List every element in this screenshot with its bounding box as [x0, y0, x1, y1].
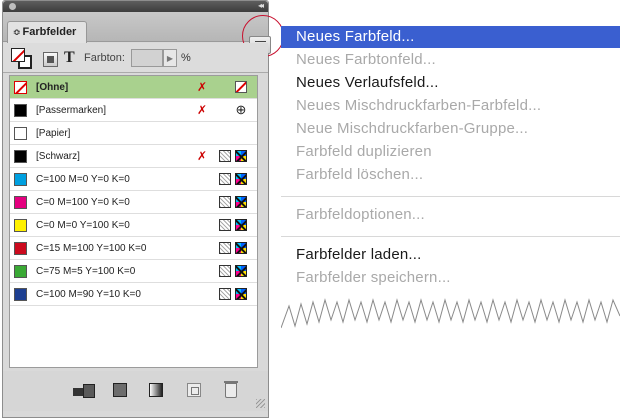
pencil-icon: ✗ [196, 103, 208, 117]
process-color-icon [219, 288, 231, 300]
panel-flyout-menu: Neues Farbfeld... Neues Farbtonfeld... N… [281, 26, 620, 418]
swatch-row-schwarz[interactable]: [Schwarz] ✗ [10, 145, 257, 168]
process-color-icon [219, 196, 231, 208]
swatch-label: [Papier] [36, 128, 71, 139]
formatting-text-icon[interactable]: T [64, 49, 75, 67]
process-color-icon [219, 219, 231, 231]
swatch-row-ohne[interactable]: [Ohne] ✗ [10, 76, 257, 99]
swatch-chip [14, 173, 27, 186]
process-color-icon [219, 173, 231, 185]
menu-item-swatch-options[interactable]: Farbfeldoptionen... [281, 204, 620, 226]
tab-arrows-icon: ≎ [13, 27, 21, 37]
menu-item-new-mixed-ink-group[interactable]: Neue Mischdruckfarben-Gruppe... [281, 118, 620, 140]
trash-icon[interactable] [224, 381, 238, 398]
swatch-chip [14, 219, 27, 232]
swatch-chip-none [14, 81, 27, 94]
resize-grip-icon[interactable] [256, 399, 265, 408]
menu-item-new-swatch[interactable]: Neues Farbfeld... [281, 26, 620, 48]
none-swatch-icon [235, 81, 247, 93]
cmyk-icon [235, 196, 247, 208]
process-color-icon [219, 242, 231, 254]
swatch-row-green[interactable]: C=75 M=5 Y=100 K=0 [10, 260, 257, 283]
swatch-chip [14, 150, 27, 163]
cmyk-icon [235, 242, 247, 254]
swatch-row-red[interactable]: C=15 M=100 Y=100 K=0 [10, 237, 257, 260]
swatch-label: [Ohne] [36, 82, 69, 93]
cmyk-icon [235, 288, 247, 300]
cmyk-icon [235, 219, 247, 231]
menu-separator [281, 236, 620, 237]
tint-input[interactable] [131, 49, 163, 67]
cmyk-icon [235, 173, 247, 185]
menu-item-duplicate-swatch[interactable]: Farbfeld duplizieren [281, 141, 620, 163]
tint-unit: % [181, 52, 191, 64]
process-color-icon [219, 150, 231, 162]
swatch-label: [Schwarz] [36, 151, 80, 162]
swatch-row-yellow[interactable]: C=0 M=0 Y=100 K=0 [10, 214, 257, 237]
swatch-label: C=0 M=100 Y=0 K=0 [36, 197, 130, 208]
cmyk-icon [235, 150, 247, 162]
panel-bottom-bar [3, 371, 268, 411]
swatch-row-blue[interactable]: C=100 M=90 Y=10 K=0 [10, 283, 257, 306]
panel-toolbar: T Farbton: ▶ % [3, 43, 268, 73]
swatch-row-passermarken[interactable]: [Passermarken] ✗ ⊕ [10, 99, 257, 122]
swatch-label: C=0 M=0 Y=100 K=0 [36, 220, 130, 231]
swatch-list[interactable]: [Ohne] ✗ [Passermarken] ✗ ⊕ [Papier] [Sc… [9, 75, 258, 368]
tab-label: Farbfelder [22, 26, 77, 38]
menu-item-new-mixed-ink-swatch[interactable]: Neues Mischdruckfarben-Farbfeld... [281, 95, 620, 117]
tint-stepper-icon[interactable]: ▶ [163, 49, 177, 67]
swatch-chip [14, 196, 27, 209]
swatch-row-magenta[interactable]: C=0 M=100 Y=0 K=0 [10, 191, 257, 214]
color-swatches-icon[interactable] [113, 383, 127, 397]
menu-separator [281, 196, 620, 197]
cmyk-icon [235, 265, 247, 277]
swatch-label: C=75 M=5 Y=100 K=0 [36, 266, 136, 277]
tab-farbfelder[interactable]: ≎ Farbfelder [7, 21, 87, 43]
panel-tab-row: ≎ Farbfelder [3, 12, 271, 54]
swatch-chip [14, 104, 27, 117]
panel-titlebar[interactable]: ◂◂ [3, 1, 268, 12]
menu-item-delete-swatch[interactable]: Farbfeld löschen... [281, 164, 620, 186]
swatch-chip [14, 242, 27, 255]
swatch-chip [14, 127, 27, 140]
menu-item-load-swatches[interactable]: Farbfelder laden... [281, 244, 620, 266]
close-icon[interactable] [9, 3, 16, 10]
menu-torn-edge [281, 298, 620, 418]
pencil-icon: ✗ [196, 149, 208, 163]
swatch-chip [14, 288, 27, 301]
swatch-label: C=100 M=0 Y=0 K=0 [36, 174, 130, 185]
show-swatches-icon[interactable] [73, 383, 95, 398]
swatch-row-cyan[interactable]: C=100 M=0 Y=0 K=0 [10, 168, 257, 191]
process-color-icon [219, 265, 231, 277]
swatch-label: C=15 M=100 Y=100 K=0 [36, 243, 147, 254]
swatch-chip [14, 265, 27, 278]
pencil-icon: ✗ [196, 80, 208, 94]
menu-item-new-tint-swatch[interactable]: Neues Farbtonfeld... [281, 49, 620, 71]
gradient-swatches-icon[interactable] [149, 383, 163, 397]
new-swatch-icon[interactable] [187, 383, 201, 397]
swatch-label: C=100 M=90 Y=10 K=0 [36, 289, 141, 300]
swatches-panel: ◂◂ ≎Farbfelder T Farbton: ▶ % [Ohne] ✗ [2, 0, 284, 418]
fill-stroke-icon[interactable] [11, 48, 33, 70]
swatch-row-papier[interactable]: [Papier] [10, 122, 257, 145]
registration-icon: ⊕ [235, 102, 247, 117]
swatch-label: [Passermarken] [36, 105, 107, 116]
collapse-icon[interactable]: ◂◂ [258, 1, 264, 10]
tint-label: Farbton: [84, 52, 125, 64]
menu-item-new-gradient-swatch[interactable]: Neues Verlaufsfeld... [281, 72, 620, 94]
formatting-container-icon[interactable] [43, 52, 58, 67]
